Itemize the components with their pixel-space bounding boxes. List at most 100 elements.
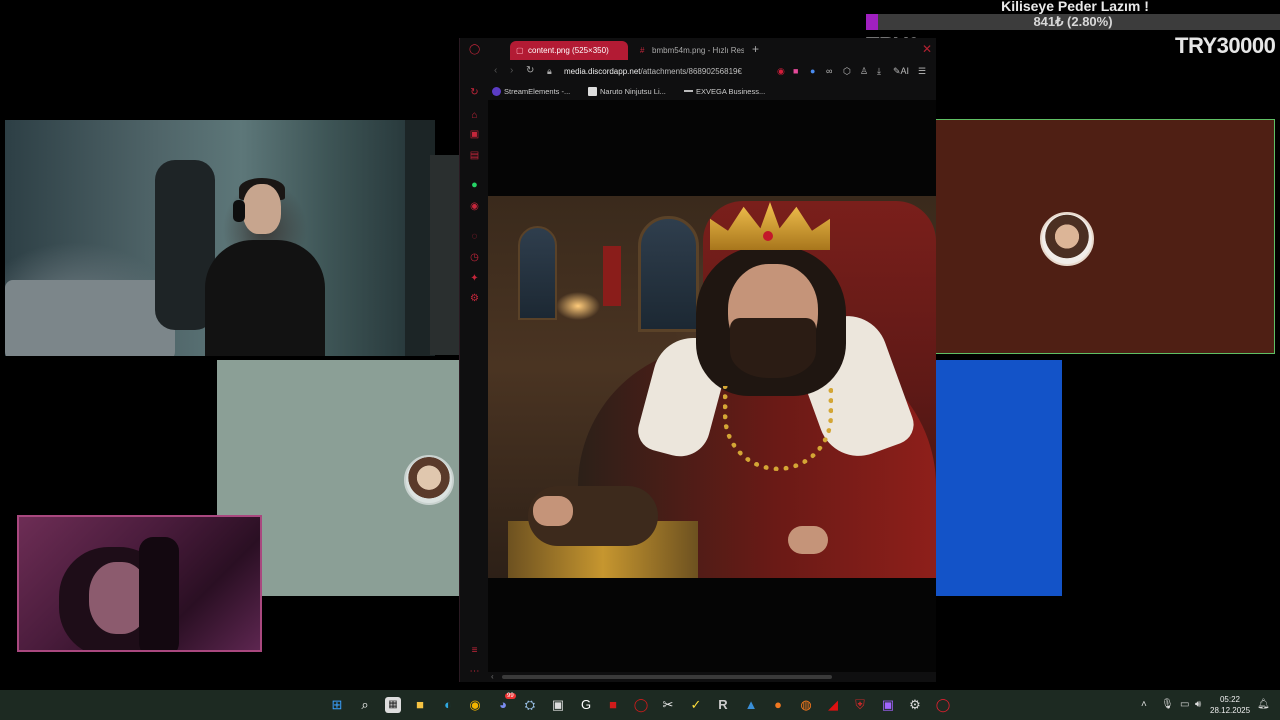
participant-avatar	[404, 455, 454, 505]
url-domain: media.discordapp.net	[564, 67, 641, 76]
download-icon[interactable]: ⤓	[877, 66, 881, 77]
lock-icon[interactable]: 🔒︎	[547, 66, 552, 77]
image-icon: ▢	[516, 46, 524, 55]
extension-pink-icon[interactable]: ■	[793, 66, 798, 76]
browser-sidebar: ◯ ↻ ⌂ ▣ ▤ ● ◉ ◌ ◷ ✦ ⚙ ≡ ⋯	[460, 38, 488, 682]
opera-icon[interactable]: ◯	[633, 697, 649, 713]
speaker-icon[interactable]: 🔊︎	[1195, 699, 1201, 710]
webcam-streamer	[5, 120, 435, 356]
scrollbar-thumb[interactable]	[502, 675, 832, 679]
forward-icon[interactable]: ›	[510, 65, 513, 76]
firefox-icon[interactable]: ◍	[798, 697, 814, 713]
opera-gx-taskbar-icon[interactable]: ◯	[935, 697, 951, 713]
exvega-icon	[684, 90, 693, 92]
bookmark-label: StreamElements -...	[504, 87, 571, 96]
network-icon[interactable]: ▭	[1180, 699, 1189, 710]
bookmark-label: Naruto Ninjutsu Li...	[600, 87, 666, 96]
clock-date: 28.12.2025	[1210, 706, 1251, 715]
profile-icon[interactable]: ♙	[860, 66, 868, 77]
participant-tile-blue	[936, 360, 1062, 596]
new-tab-button[interactable]: +	[752, 42, 759, 56]
whatsapp-icon[interactable]: ●	[469, 180, 480, 191]
extensions-icon[interactable]: ✦	[469, 273, 480, 284]
webcam-guest	[17, 515, 262, 652]
extensions-puzzle-icon[interactable]: ⬡	[843, 66, 851, 77]
webcam-edge	[430, 155, 460, 355]
pinboard-icon[interactable]: ≡	[469, 645, 480, 656]
bookmark-streamelements[interactable]: StreamElements -...	[492, 87, 570, 96]
reload-icon[interactable]: ↻	[526, 65, 534, 76]
shield-icon[interactable]: ⛨	[852, 697, 868, 713]
history-icon[interactable]: ◷	[469, 252, 480, 263]
ai-icon[interactable]: ✎AI	[893, 66, 909, 77]
goal-target-label: TRY30000	[1175, 33, 1276, 58]
red-app-icon[interactable]: ■	[605, 697, 621, 713]
start-icon[interactable]: ⊞	[329, 697, 345, 713]
g-app-icon[interactable]: G	[578, 697, 594, 713]
browser-window: ◯ ↻ ⌂ ▣ ▤ ● ◉ ◌ ◷ ✦ ⚙ ≡ ⋯ ▢ content.png …	[459, 38, 936, 682]
spark-icon[interactable]: ✓	[688, 697, 704, 713]
capcut-icon[interactable]: ✂	[660, 697, 676, 713]
bookmark-naruto[interactable]: Naruto Ninjutsu Li...	[588, 87, 666, 96]
chrome-icon[interactable]: ◉	[467, 697, 483, 713]
calendar-icon[interactable]: ▦	[385, 697, 401, 713]
player-icon[interactable]: ◌	[469, 231, 480, 242]
chevron-up-icon[interactable]: ˄	[1141, 699, 1147, 710]
close-icon[interactable]: ✕	[922, 42, 932, 56]
address-bar-row: ‹ › ↻ 🔒︎ media.discordapp.net/attachment…	[488, 62, 936, 84]
folder-icon[interactable]: ■	[412, 697, 428, 713]
twitch-icon[interactable]: ▣	[880, 697, 896, 713]
ai-label: AI	[900, 66, 910, 76]
participant-avatar-speaking	[1040, 212, 1094, 266]
donation-goal-title: Kiliseye Peder Lazım !	[1001, 0, 1149, 14]
tab-label: content.png (525×350)	[528, 46, 609, 55]
page-viewport	[488, 100, 936, 672]
opera-logo-icon[interactable]: ◯	[469, 44, 480, 55]
messenger-icon[interactable]: ▣	[469, 129, 480, 140]
donation-amount: 841₺ (2.80%)	[1033, 14, 1113, 29]
document-icon	[588, 87, 597, 96]
participant-tile-speaking	[935, 119, 1275, 354]
king-on-throne-image[interactable]	[488, 196, 936, 578]
settings-gear-icon[interactable]: ⚙	[907, 697, 923, 713]
obs-icon[interactable]: ◢	[825, 697, 841, 713]
tab-content-png[interactable]: ▢ content.png (525×350)	[510, 41, 628, 60]
settings-icon[interactable]: ⚙	[469, 293, 480, 304]
clock-time: 05:22	[1219, 695, 1241, 704]
aria-icon[interactable]: ↻	[469, 87, 480, 98]
edge-icon[interactable]: ◐	[440, 697, 456, 713]
tab-bmbm54m[interactable]: # bmbm54m.png - Hızlı Res	[634, 41, 744, 60]
notification-icon[interactable]: 🔔︎	[1257, 699, 1270, 710]
discord-icon[interactable]: ◕	[495, 697, 511, 713]
bookmarks-bar: StreamElements -... Naruto Ninjutsu Li..…	[488, 84, 936, 100]
more-icon[interactable]: ⋯	[469, 666, 480, 677]
opera-gx-icon[interactable]: ◉	[469, 201, 480, 212]
url-path: /attachments/86890256819€	[640, 67, 742, 76]
bookmark-exvega[interactable]: EXVEGA Business...	[684, 87, 765, 96]
bookmark-panel-icon[interactable]: ▤	[469, 150, 480, 161]
hash-icon: #	[640, 46, 645, 55]
photos-icon[interactable]: ▲	[743, 697, 759, 713]
back-icon[interactable]: ‹	[494, 65, 497, 76]
extension-blue-icon[interactable]: ●	[810, 66, 815, 76]
streamelements-icon	[492, 87, 501, 96]
system-clock[interactable]: 05:22 28.12.2025	[1210, 694, 1250, 716]
bookmark-label: EXVEGA Business...	[696, 87, 766, 96]
windows-taskbar: ⊞ ⌕ ▦ ■ ◐ ◉ ◕ 99 ⛭ ▣ G ■ ◯ ✂ ✓ R ▲ ● ◍ ◢…	[0, 690, 1280, 720]
terminal-icon[interactable]: ▣	[550, 697, 566, 713]
tab-bar: ▢ content.png (525×350) # bmbm54m.png - …	[488, 38, 936, 62]
menu-icon[interactable]: ☰	[918, 66, 926, 77]
tab-label: bmbm54m.png - Hızlı Res	[652, 46, 744, 55]
microphone-icon[interactable]: 🎙︎	[1161, 699, 1174, 710]
scroll-left-icon[interactable]: ‹	[491, 672, 494, 681]
steam-icon[interactable]: ⛭	[522, 697, 538, 713]
url-input[interactable]: media.discordapp.net/attachments/8689025…	[564, 67, 742, 76]
orange-app-icon[interactable]: ●	[770, 697, 786, 713]
r-app-icon[interactable]: R	[715, 697, 731, 713]
ublock-icon[interactable]: ◉	[777, 66, 785, 77]
extension-mask-icon[interactable]: ∞	[826, 66, 832, 76]
workspace-icon[interactable]: ⌂	[469, 110, 480, 121]
horizontal-scrollbar[interactable]: ‹	[488, 672, 936, 682]
search-icon[interactable]: ⌕	[357, 697, 373, 713]
discord-badge: 99	[505, 693, 516, 699]
